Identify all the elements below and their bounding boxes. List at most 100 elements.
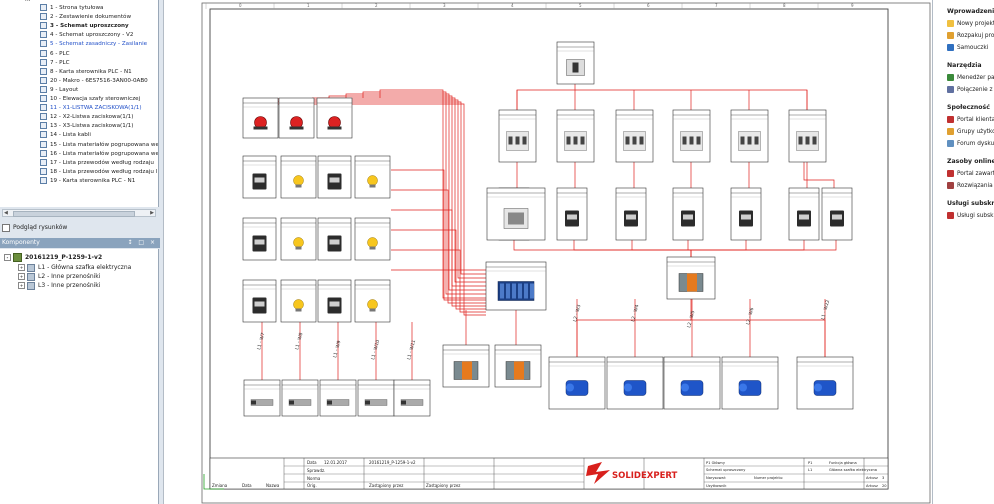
task-pane-link-label: Grupy użytkowników	[957, 129, 994, 135]
tree-item[interactable]: 12 - X2-Listwa zaciskowa(1/1)	[40, 113, 133, 122]
tree-item[interactable]: 8 - Karta sterownika PLC - N1	[40, 67, 132, 77]
drawing-page-icon	[40, 149, 47, 157]
collapse-icon[interactable]: -	[4, 254, 11, 261]
contactor-window	[329, 177, 340, 183]
tree-horizontal-scrollbar[interactable]: ◀ ▶	[2, 209, 156, 217]
tree-item[interactable]: 10 - Elewacja szafy sterowniczej	[40, 95, 140, 104]
task-pane-link-label: Menedżer pakietów	[957, 75, 994, 81]
breaker-pole	[625, 136, 630, 145]
title-block-date: 12.01.2017	[324, 460, 347, 465]
tree-item[interactable]: 19 - Karta sterownika PLC - N1	[40, 176, 135, 186]
task-pane-link[interactable]: Rozwiązania partnerów	[947, 182, 994, 189]
title-block-replaced-label: Zastąpiony przez	[426, 483, 460, 488]
task-pane-link[interactable]: Forum dyskusyjne	[947, 140, 994, 147]
drawing-page-icon	[40, 176, 47, 184]
sheet-total-label: Arkusz	[866, 484, 878, 488]
task-pane-heading: Usługi subskrypcyjne	[947, 200, 994, 207]
task-pane-link[interactable]: Usługi subskrypcyjne	[947, 212, 994, 219]
drawing-page-icon	[40, 104, 47, 112]
scroll-thumb[interactable]	[13, 211, 135, 217]
tree-item-label: 9 - Layout	[50, 86, 79, 93]
drawing-page-icon	[40, 4, 47, 11]
components-item[interactable]: + L1 - Główna szafka elektryczna	[18, 263, 131, 272]
tree-item[interactable]: 9 - Layout	[40, 85, 79, 95]
component-symbol-button	[316, 97, 353, 139]
link-icon	[947, 44, 954, 51]
indicator-lamp-icon	[367, 175, 378, 186]
drawing-preview-toggle[interactable]: Podgląd rysunków	[2, 223, 67, 232]
expand-icon[interactable]: +	[18, 282, 25, 289]
tree-item[interactable]: 14 - Lista kabli	[40, 131, 91, 140]
task-pane-link[interactable]: Portal klienta	[947, 116, 994, 123]
breaker-pole	[573, 136, 578, 145]
panel-controls[interactable]: ↕ □ ×	[127, 238, 157, 248]
indicator-lamp-icon	[293, 299, 304, 310]
components-item[interactable]: + L2 - Inne przenośniki	[18, 272, 100, 281]
tree-item[interactable]: 7 - PLC	[40, 58, 70, 68]
drawing-page-icon	[40, 22, 47, 30]
tree-item[interactable]: 15 - Lista materiałów pogrupowana według	[40, 140, 158, 150]
task-pane-link-label: Rozwiązania partnerów	[957, 183, 994, 189]
breaker-pole	[632, 136, 637, 145]
tree-item-label: 10 - Elewacja szafy sterowniczej	[50, 96, 141, 102]
title-block-date-label: Data	[242, 483, 252, 488]
tree-item[interactable]: 13 - X3-Listwa zaciskowa(1/1)	[40, 122, 133, 131]
button-base	[253, 126, 268, 130]
link-icon	[947, 128, 954, 135]
plc-module	[518, 283, 522, 299]
breaker-pole	[740, 136, 745, 145]
drawing-canvas[interactable]: 0123456789 L1 - W7 L1 - W8 L1 - W9 L1 - W10…	[163, 0, 933, 504]
tree-item[interactable]: 16 - Lista materiałów pogrupowana według	[40, 149, 158, 159]
button-base	[327, 126, 342, 130]
component-symbol-plc	[485, 261, 547, 311]
component-symbol-lamp	[354, 217, 391, 261]
task-pane-link-label: Samouczki	[957, 45, 989, 51]
task-pane-link[interactable]: Portal zawartości	[947, 170, 994, 177]
tree-item[interactable]: 6 - PLC	[40, 49, 70, 59]
component-symbol-sensor	[281, 379, 319, 417]
preview-checkbox[interactable]	[2, 223, 10, 232]
scroll-right-arrow-icon[interactable]: ▶	[150, 210, 154, 216]
contactor-window	[741, 214, 751, 220]
tree-item[interactable]: 5 - Schemat zasadniczy - Zasilanie	[40, 40, 147, 49]
task-pane-link[interactable]: Grupy użytkowników	[947, 128, 994, 135]
drawing-page-icon	[40, 158, 47, 166]
tree-item[interactable]: 3 - Schemat uproszczony	[40, 22, 129, 31]
title-block-replaced-label: Zastąpiony przez	[369, 483, 403, 488]
expand-icon[interactable]: +	[18, 273, 25, 280]
component-symbol-vfd	[666, 256, 716, 300]
drawing-page-icon	[40, 49, 47, 57]
component-symbol-motor	[548, 356, 606, 410]
tree-item[interactable]: 1 - Strona tytułowa	[40, 4, 104, 13]
document-tree[interactable]: – ... 1 - Strona tytułowa 2 - Zestawienie …	[0, 0, 159, 207]
task-pane-link[interactable]: Rozpakuj projekt	[947, 32, 994, 39]
task-pane-link[interactable]: Samouczki	[947, 44, 988, 51]
tree-item[interactable]: 2 - Zestawienie dokumentów	[40, 13, 131, 22]
tree-item[interactable]: 18 - Lista przewodów według rodzaju l	[40, 167, 157, 177]
components-panel-header: Komponenty ↕ □ ×	[0, 238, 160, 248]
component-symbol-sensor	[357, 379, 395, 417]
indicator-lamp-icon	[293, 175, 304, 186]
tree-parent-node[interactable]: – ...	[20, 0, 31, 3]
tree-item-label: 1 - Strona tytułowa	[50, 5, 104, 11]
tree-item[interactable]: 4 - Schemat uproszczony - V2	[40, 31, 133, 40]
component-frame	[243, 379, 281, 417]
breaker-pole	[805, 136, 810, 145]
lamp-base	[295, 308, 302, 312]
tree-item[interactable]: 20 - Makro - 6ES7516-3AN00-0AB0	[40, 76, 148, 86]
expand-icon[interactable]: +	[18, 264, 25, 271]
scroll-left-arrow-icon[interactable]: ◀	[4, 210, 8, 216]
task-pane-link[interactable]: Nowy projekt	[947, 20, 994, 27]
title-block-check-label: Sprawdz.	[307, 468, 325, 473]
lamp-base	[295, 246, 302, 250]
breaker-pole	[812, 136, 817, 145]
component-symbol-contactor	[615, 187, 647, 241]
task-pane-link-label: Usługi subskrypcyjne	[957, 213, 994, 219]
task-pane-link[interactable]: Menedżer pakietów	[947, 74, 994, 81]
task-pane-link[interactable]: Połączenie z ERP	[947, 86, 994, 93]
components-item[interactable]: + L3 - Inne przenośniki	[18, 281, 100, 290]
components-root[interactable]: - 20161219_P-1259-1-v2	[4, 253, 102, 262]
tree-item[interactable]: 11 - X1-LISTWA ZACISKOWA(1/1)	[40, 104, 142, 113]
components-tree[interactable]: - 20161219_P-1259-1-v2 + L1 - Główna szafk…	[0, 249, 159, 504]
tree-item[interactable]: 17 - Lista przewodów według rodzaju	[40, 158, 154, 168]
